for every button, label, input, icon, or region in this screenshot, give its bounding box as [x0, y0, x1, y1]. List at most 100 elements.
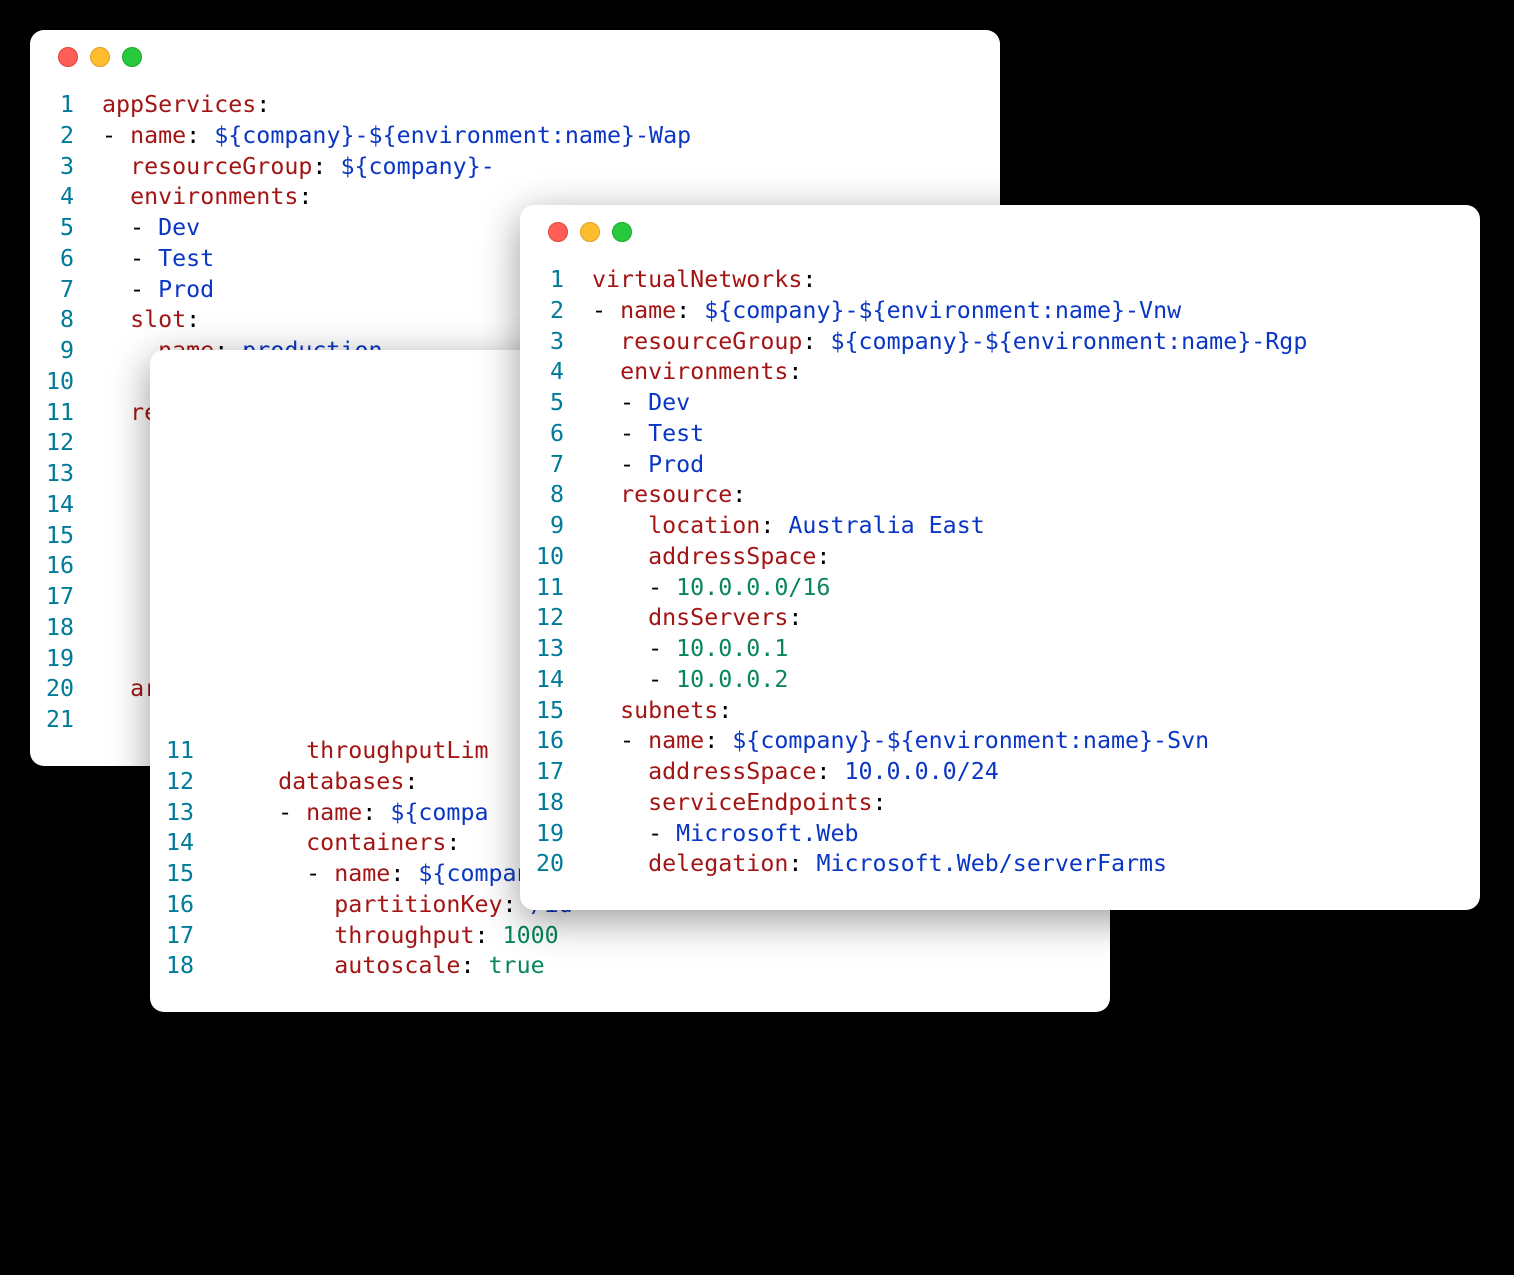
line-number: 16: [150, 890, 222, 921]
code-line: 3 resourceGroup: ${company}-${environmen…: [520, 327, 1480, 358]
yaml-punct: [222, 952, 334, 979]
yaml-punct: [592, 758, 648, 785]
line-content: addressSpace: 10.0.0.0/24: [592, 757, 1480, 788]
line-content: - 10.0.0.0/16: [592, 573, 1480, 604]
yaml-key: addressSpace: [648, 758, 816, 785]
line-number: 7: [30, 275, 102, 306]
line-number: 12: [150, 767, 222, 798]
yaml-key: containers: [306, 829, 446, 856]
yaml-punct: -: [592, 297, 620, 324]
yaml-punct: -: [592, 451, 648, 478]
line-number: 12: [520, 603, 592, 634]
yaml-punct: :: [676, 297, 704, 324]
yaml-key: delegation: [648, 850, 788, 877]
line-number: 20: [520, 849, 592, 880]
yaml-punct: [592, 543, 648, 570]
yaml-punct: :: [788, 358, 802, 385]
yaml-key: name: [306, 799, 362, 826]
line-number: 4: [520, 357, 592, 388]
line-number: 13: [520, 634, 592, 665]
yaml-punct: :: [474, 922, 502, 949]
minimize-icon[interactable]: [580, 222, 600, 242]
yaml-punct: [102, 153, 130, 180]
yaml-punct: -: [222, 860, 334, 887]
yaml-punct: :: [802, 266, 816, 293]
line-content: - Test: [592, 419, 1480, 450]
yaml-string: Dev: [158, 214, 200, 241]
line-number: 10: [520, 542, 592, 573]
line-number: 14: [520, 665, 592, 696]
yaml-punct: :: [186, 122, 214, 149]
titlebar: [520, 205, 1480, 259]
yaml-punct: -: [592, 635, 676, 662]
close-icon[interactable]: [548, 222, 568, 242]
yaml-punct: [222, 737, 306, 764]
yaml-variable: ${company}-${environment:name}-Rgp: [830, 328, 1307, 355]
line-content: addressSpace:: [592, 542, 1480, 573]
code-line: 11 - 10.0.0.0/16: [520, 573, 1480, 604]
yaml-key: virtualNetworks: [592, 266, 802, 293]
line-number: 11: [150, 736, 222, 767]
yaml-string: Dev: [648, 389, 690, 416]
yaml-number: 10.0.0.0/16: [676, 574, 830, 601]
minimize-icon[interactable]: [90, 47, 110, 67]
maximize-icon[interactable]: [612, 222, 632, 242]
yaml-key: slot: [130, 306, 186, 333]
yaml-punct: :: [256, 91, 270, 118]
yaml-punct: -: [222, 799, 306, 826]
yaml-key: subnets: [620, 697, 718, 724]
yaml-number: 10.0.0.2: [676, 666, 788, 693]
line-number: 17: [150, 921, 222, 952]
code-line: 20 delegation: Microsoft.Web/serverFarms: [520, 849, 1480, 880]
yaml-punct: :: [460, 952, 488, 979]
yaml-number: 10.0.0.1: [676, 635, 788, 662]
yaml-punct: :: [298, 183, 312, 210]
yaml-string: Prod: [158, 276, 214, 303]
maximize-icon[interactable]: [122, 47, 142, 67]
code-line: 10 addressSpace:: [520, 542, 1480, 573]
line-content: - Dev: [592, 388, 1480, 419]
yaml-string: 10.0.0.0/24: [844, 758, 998, 785]
yaml-punct: -: [592, 727, 648, 754]
yaml-punct: -: [102, 245, 158, 272]
yaml-punct: [592, 481, 620, 508]
code-line: 17 throughput: 1000: [150, 921, 1110, 952]
line-number: 1: [520, 265, 592, 296]
line-content: location: Australia East: [592, 511, 1480, 542]
yaml-punct: [592, 697, 620, 724]
line-number: 13: [150, 798, 222, 829]
line-number: 4: [30, 182, 102, 213]
close-icon[interactable]: [58, 47, 78, 67]
yaml-punct: [592, 789, 648, 816]
yaml-punct: :: [390, 860, 418, 887]
line-number: 2: [30, 121, 102, 152]
yaml-key: dnsServers: [648, 604, 788, 631]
yaml-punct: :: [788, 850, 816, 877]
yaml-punct: :: [312, 153, 340, 180]
yaml-key: location: [648, 512, 760, 539]
yaml-number: true: [489, 952, 545, 979]
yaml-punct: [222, 829, 306, 856]
yaml-punct: :: [732, 481, 746, 508]
line-content: - Microsoft.Web: [592, 819, 1480, 850]
yaml-punct: -: [592, 574, 676, 601]
line-number: 3: [30, 152, 102, 183]
yaml-punct: :: [788, 604, 802, 631]
yaml-key: resource: [620, 481, 732, 508]
line-number: 19: [30, 644, 102, 675]
code-line: 15 subnets:: [520, 696, 1480, 727]
yaml-key: name: [648, 727, 704, 754]
yaml-variable: ${company}-${environment:name}-Vnw: [704, 297, 1181, 324]
yaml-punct: -: [592, 420, 648, 447]
yaml-punct: :: [718, 697, 732, 724]
line-number: 16: [30, 551, 102, 582]
line-number: 1: [30, 90, 102, 121]
code-area[interactable]: 1virtualNetworks:2- name: ${company}-${e…: [520, 259, 1480, 910]
code-line: 8 resource:: [520, 480, 1480, 511]
yaml-string: Australia East: [788, 512, 984, 539]
yaml-punct: [592, 850, 648, 877]
line-content: throughput: 1000: [222, 921, 1110, 952]
line-content: resource:: [592, 480, 1480, 511]
line-number: 3: [520, 327, 592, 358]
yaml-punct: -: [592, 666, 676, 693]
